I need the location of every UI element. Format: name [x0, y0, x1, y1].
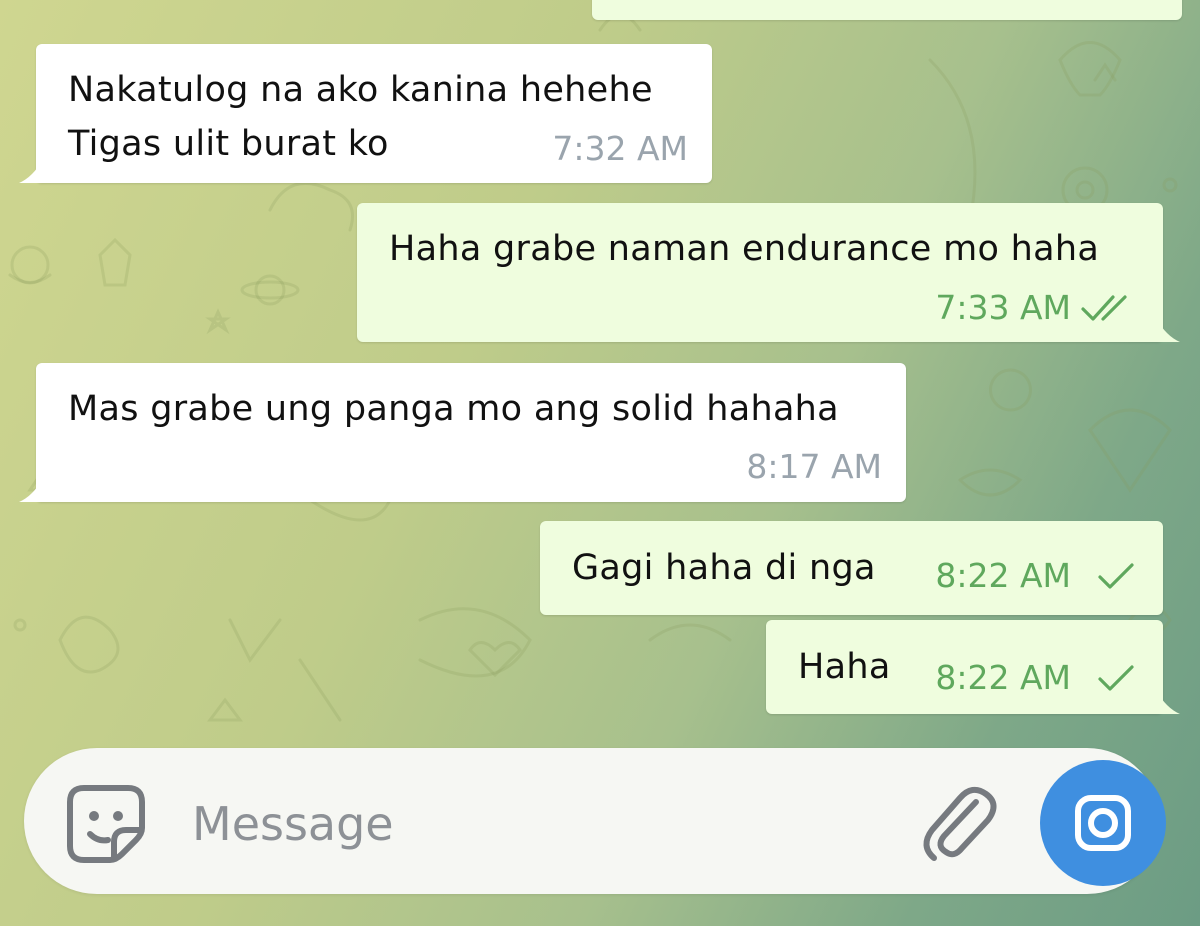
camera-button[interactable]: [1040, 760, 1166, 886]
bubble-tail: [19, 159, 43, 183]
message-text-line: Nakatulog na ako kanina hehehe: [68, 70, 653, 110]
check-icon: [1098, 563, 1134, 589]
message-text-line: Gagi haha di nga: [572, 548, 876, 588]
bubble-tail: [19, 478, 43, 502]
message-timestamp: 8:22 AM: [935, 556, 1071, 595]
message-timestamp: 8:17 AM: [746, 447, 882, 486]
check-icon: [1098, 665, 1134, 691]
message-bubble-outgoing[interactable]: Haha grabe naman endurance mo haha 7:33 …: [357, 203, 1180, 342]
message-text-line: Haha grabe naman endurance mo haha: [389, 229, 1100, 269]
double-check-icon: [1081, 295, 1127, 321]
bubble-tail: [1156, 318, 1180, 342]
camera-icon: [1075, 795, 1131, 851]
message-bubble-incoming[interactable]: Nakatulog na ako kanina hehehe Tigas uli…: [19, 44, 712, 183]
bubble-tail: [1156, 690, 1180, 714]
paperclip-icon[interactable]: [918, 780, 1000, 866]
message-timestamp: 7:33 AM: [935, 288, 1071, 327]
message-timestamp: 8:22 AM: [935, 658, 1071, 697]
message-text-line: Mas grabe ung panga mo ang solid hahaha: [68, 389, 839, 429]
message-bubble-incoming[interactable]: Mas grabe ung panga mo ang solid hahaha …: [19, 363, 906, 502]
message-bubble-outgoing[interactable]: Haha 8:22 AM: [766, 620, 1180, 714]
sticker-icon[interactable]: [64, 782, 148, 866]
message-bubble-outgoing[interactable]: Gagi haha di nga 8:22 AM: [540, 521, 1163, 615]
message-text-line: Tigas ulit burat ko: [68, 124, 389, 164]
message-timestamp: 7:32 AM: [552, 129, 688, 168]
previous-message-bubble[interactable]: [592, 0, 1182, 20]
message-input[interactable]: [190, 784, 874, 864]
message-text-line: Haha: [798, 647, 891, 687]
